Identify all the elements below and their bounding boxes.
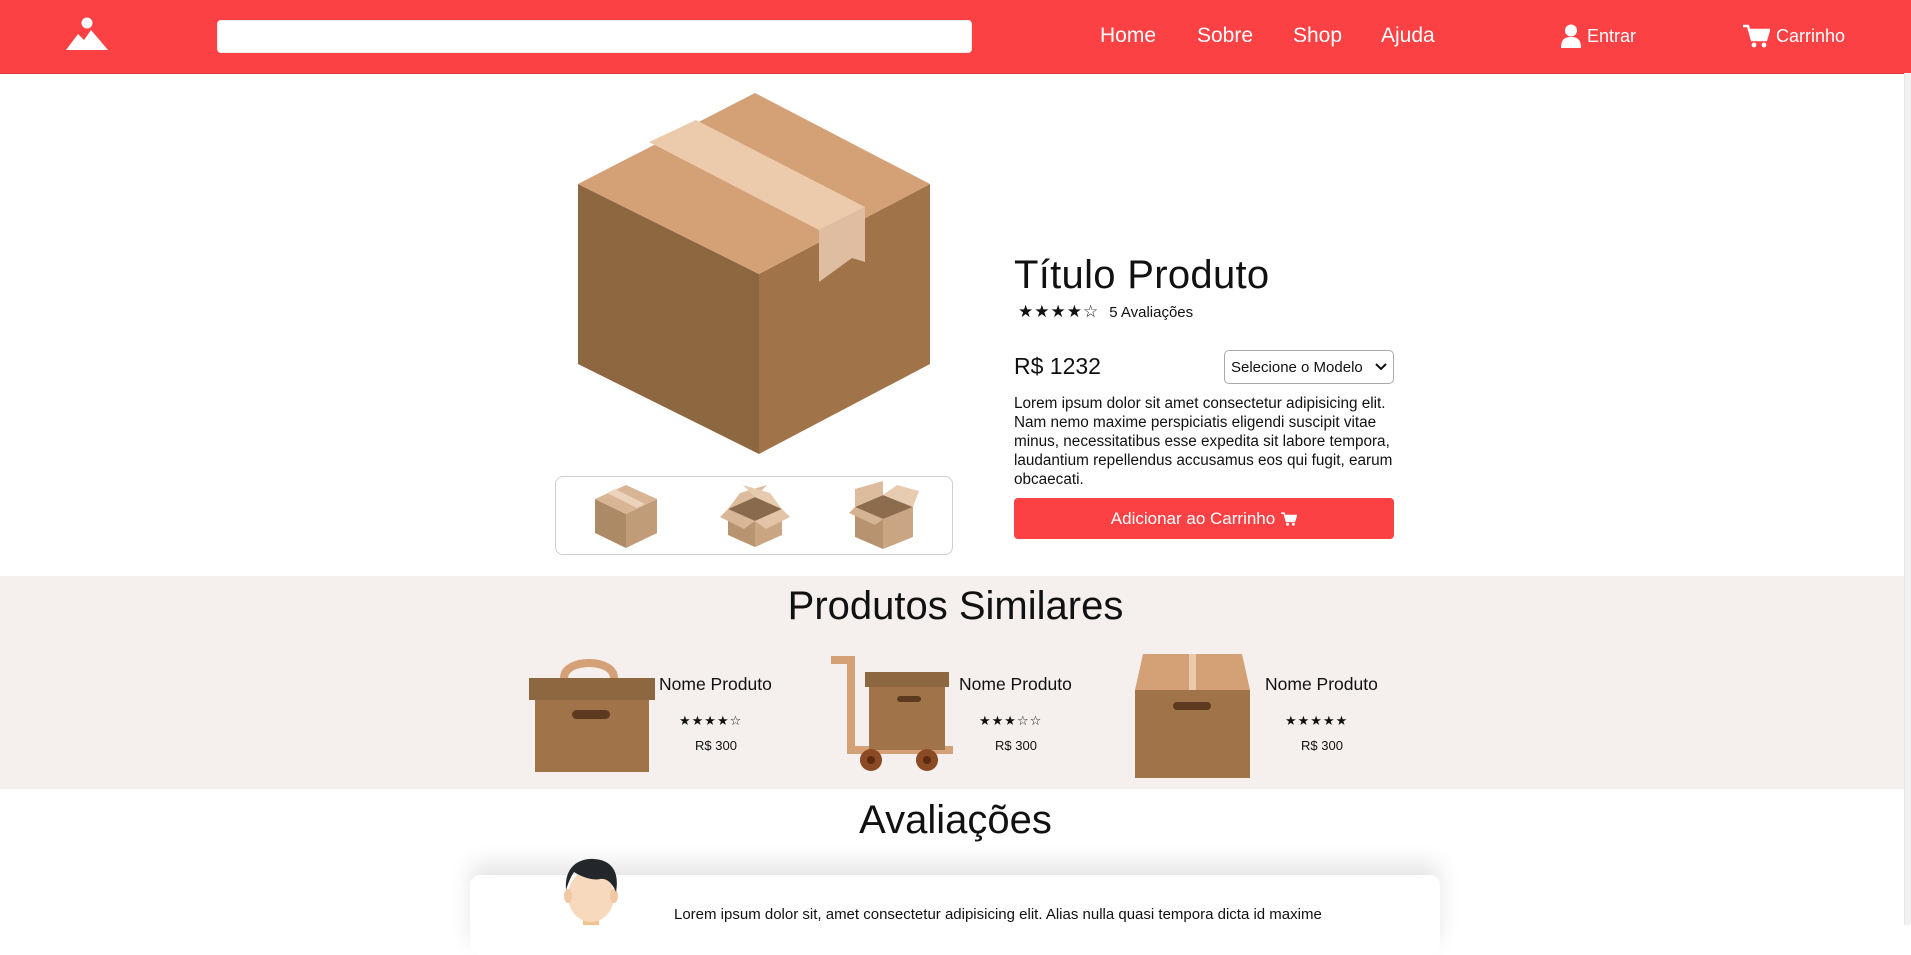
handle-box-icon [529,659,655,772]
hand-truck-box-icon [831,656,953,771]
page-scrollbar[interactable] [1904,73,1911,925]
nav-sobre-link[interactable]: Sobre [1197,24,1253,48]
model-select-value: Selecione o Modelo [1231,358,1363,376]
similar-product-card[interactable]: Nome Produto ★★★★☆ R$ 300 [529,652,799,782]
similar-product-name: Nome Produto [659,674,772,694]
review-count[interactable]: 5 Avaliações [1109,304,1193,321]
add-to-cart-label: Adicionar ao Carrinho [1110,508,1276,528]
product-rating: ★★★★☆ 5 Avaliações [1018,302,1193,322]
cardboard-box-icon [1135,654,1250,778]
product-price: R$ 1232 [1014,353,1101,379]
user-icon [1561,24,1581,48]
search-input[interactable] [217,20,972,53]
avatar [564,858,618,925]
similar-product-price: R$ 300 [1301,738,1343,753]
similar-product-name: Nome Produto [959,674,1072,694]
product-main-image [578,93,930,454]
mountain-image-icon[interactable] [64,14,110,52]
nav-shop-link[interactable]: Shop [1293,24,1342,48]
product-title: Título Produto [1014,253,1270,297]
similar-product-price: R$ 300 [695,738,737,753]
review-text: Lorem ipsum dolor sit, amet consectetur … [674,906,1322,923]
top-navbar: Home Sobre Shop Ajuda Entrar Carrinho [0,0,1911,74]
model-select[interactable]: Selecione o Modelo [1224,350,1394,384]
cart-link[interactable]: Carrinho [1743,24,1845,48]
closed-box-icon[interactable] [591,481,661,551]
similar-products-title: Produtos Similares [787,584,1124,628]
add-to-cart-button[interactable]: Adicionar ao Carrinho [1014,498,1394,539]
similar-product-stars: ★★★★☆ [679,714,743,729]
similar-product-card[interactable]: Nome Produto ★★★★★ R$ 300 [1135,652,1405,782]
reviews-title: Avaliações [859,798,1052,842]
similar-product-stars: ★★★☆☆ [979,714,1043,729]
thumbnail-strip [555,476,953,555]
cart-label: Carrinho [1776,25,1846,46]
similar-product-stars: ★★★★★ [1285,714,1349,729]
similar-product-name: Nome Produto [1265,674,1378,694]
open-box-icon[interactable] [720,481,790,551]
login-link[interactable]: Entrar [1561,24,1636,48]
star-rating: ★★★★☆ [1018,302,1100,322]
product-description: Lorem ipsum dolor sit amet consectetur a… [1014,395,1393,488]
nav-home-link[interactable]: Home [1100,24,1156,48]
similar-product-price: R$ 300 [995,738,1037,753]
login-label: Entrar [1587,25,1637,46]
similar-product-card[interactable]: Nome Produto ★★★☆☆ R$ 300 [829,652,1099,782]
chevron-down-icon [1375,363,1387,371]
nav-ajuda-link[interactable]: Ajuda [1381,24,1435,48]
cart-icon [1281,511,1298,526]
open-box-side-icon[interactable] [849,481,919,551]
cart-icon [1743,24,1770,48]
